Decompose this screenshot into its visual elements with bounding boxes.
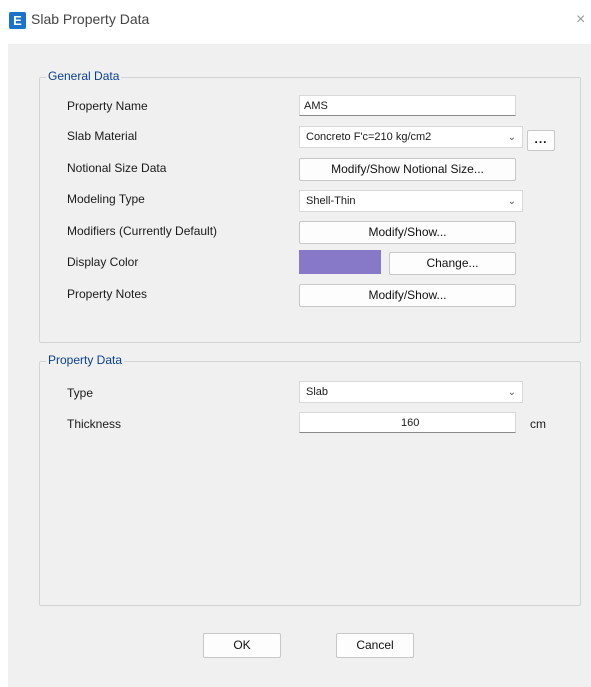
modeling-type-value: Shell-Thin (306, 195, 356, 207)
notional-size-label: Notional Size Data (67, 161, 167, 175)
change-color-button[interactable]: Change... (389, 252, 516, 275)
modeling-type-label: Modeling Type (67, 192, 145, 206)
slab-material-value: Concreto F'c=210 kg/cm2 (306, 131, 432, 143)
notional-size-button[interactable]: Modify/Show Notional Size... (299, 158, 516, 181)
property-notes-button[interactable]: Modify/Show... (299, 284, 516, 307)
display-color-label: Display Color (67, 255, 139, 269)
etabs-app-icon: E (9, 12, 26, 29)
slab-material-label: Slab Material (67, 129, 138, 143)
close-icon[interactable]: × (576, 11, 585, 29)
thickness-unit: cm (530, 417, 546, 431)
chevron-down-icon: ⌄ (507, 196, 516, 207)
modeling-type-select[interactable]: Shell-Thin ⌄ (299, 190, 523, 212)
property-name-field[interactable]: AMS (299, 95, 516, 116)
property-notes-label: Property Notes (67, 287, 148, 301)
type-value: Slab (306, 386, 329, 398)
modifiers-label: Modifiers (Currently Default) (67, 224, 218, 238)
property-data-group-label: Property Data (46, 353, 125, 367)
modifiers-button[interactable]: Modify/Show... (299, 221, 516, 244)
cancel-button[interactable]: Cancel (336, 633, 414, 658)
chevron-down-icon: ⌄ (507, 132, 516, 143)
slab-material-browse-button[interactable]: ... (527, 130, 555, 151)
type-label: Type (67, 386, 94, 400)
window-title: Slab Property Data (31, 11, 150, 27)
dialog-client-area: General Data Property Name AMS Slab Mate… (8, 44, 591, 687)
type-select[interactable]: Slab ⌄ (299, 381, 523, 403)
thickness-field[interactable]: 160 (299, 412, 516, 433)
display-color-swatch (299, 250, 381, 274)
thickness-label: Thickness (67, 417, 122, 431)
title-bar: E Slab Property Data × (0, 0, 591, 40)
property-name-label: Property Name (67, 99, 148, 113)
ok-button[interactable]: OK (203, 633, 281, 658)
chevron-down-icon: ⌄ (507, 387, 516, 398)
slab-material-select[interactable]: Concreto F'c=210 kg/cm2 ⌄ (299, 126, 523, 148)
general-data-group-label: General Data (46, 69, 122, 83)
